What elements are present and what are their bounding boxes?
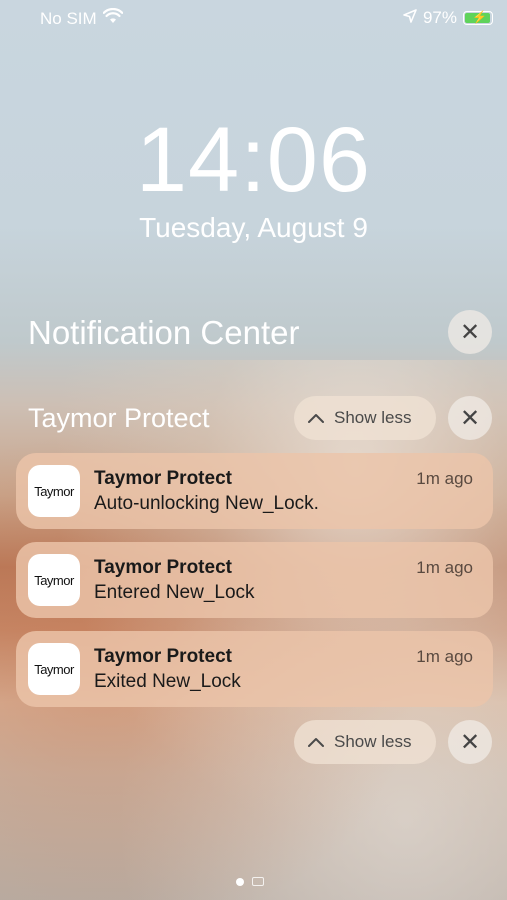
clear-group-button-bottom[interactable]: ✕ bbox=[448, 720, 492, 764]
camera-icon bbox=[252, 877, 264, 886]
clear-all-button[interactable]: ✕ bbox=[448, 310, 492, 354]
close-icon: ✕ bbox=[459, 728, 481, 756]
app-logo: Taymor bbox=[28, 554, 80, 606]
notification-card[interactable]: Taymor Taymor Protect Entered New_Lock 1… bbox=[16, 542, 493, 618]
chevron-up-icon bbox=[308, 732, 324, 752]
close-icon: ✕ bbox=[459, 404, 481, 432]
location-icon bbox=[403, 8, 417, 28]
close-icon: ✕ bbox=[459, 318, 481, 346]
lock-time: 14:06 bbox=[135, 109, 372, 211]
show-less-button-bottom[interactable]: Show less bbox=[294, 720, 436, 764]
notification-message: Exited New_Lock bbox=[94, 671, 241, 692]
notification-app-name: Taymor Protect bbox=[94, 557, 232, 578]
notification-app-name: Taymor Protect bbox=[94, 646, 232, 667]
wallpaper-rocks bbox=[0, 360, 507, 900]
notification-time: 1m ago bbox=[416, 469, 473, 488]
wifi-icon bbox=[102, 7, 123, 29]
notification-message: Auto-unlocking New_Lock. bbox=[94, 493, 319, 514]
show-less-label: Show less bbox=[334, 732, 412, 751]
show-less-button[interactable]: Show less bbox=[294, 396, 436, 440]
notification-message: Entered New_Lock bbox=[94, 582, 255, 603]
app-logo: Taymor bbox=[28, 643, 80, 695]
page-indicator bbox=[236, 877, 264, 886]
chevron-up-icon bbox=[308, 408, 324, 428]
page-dot bbox=[236, 877, 244, 886]
show-less-label: Show less bbox=[334, 408, 412, 427]
notification-card[interactable]: Taymor Taymor Protect Auto-unlocking New… bbox=[16, 453, 493, 529]
carrier-label: No SIM bbox=[40, 8, 97, 28]
app-logo: Taymor bbox=[28, 465, 80, 517]
notification-center-title: Notification Center bbox=[28, 314, 300, 351]
clear-group-button[interactable]: ✕ bbox=[448, 396, 492, 440]
group-title: Taymor Protect bbox=[28, 403, 210, 433]
notification-app-name: Taymor Protect bbox=[94, 468, 232, 489]
battery-charging-icon: ⚡ bbox=[463, 10, 493, 25]
notification-card[interactable]: Taymor Taymor Protect Exited New_Lock 1m… bbox=[16, 631, 493, 707]
lock-date: Tuesday, August 9 bbox=[139, 212, 368, 243]
status-bar: No SIM 97% ⚡ bbox=[0, 0, 507, 36]
notification-time: 1m ago bbox=[416, 647, 473, 666]
battery-percent: 97% bbox=[422, 8, 457, 27]
notification-time: 1m ago bbox=[416, 558, 473, 577]
